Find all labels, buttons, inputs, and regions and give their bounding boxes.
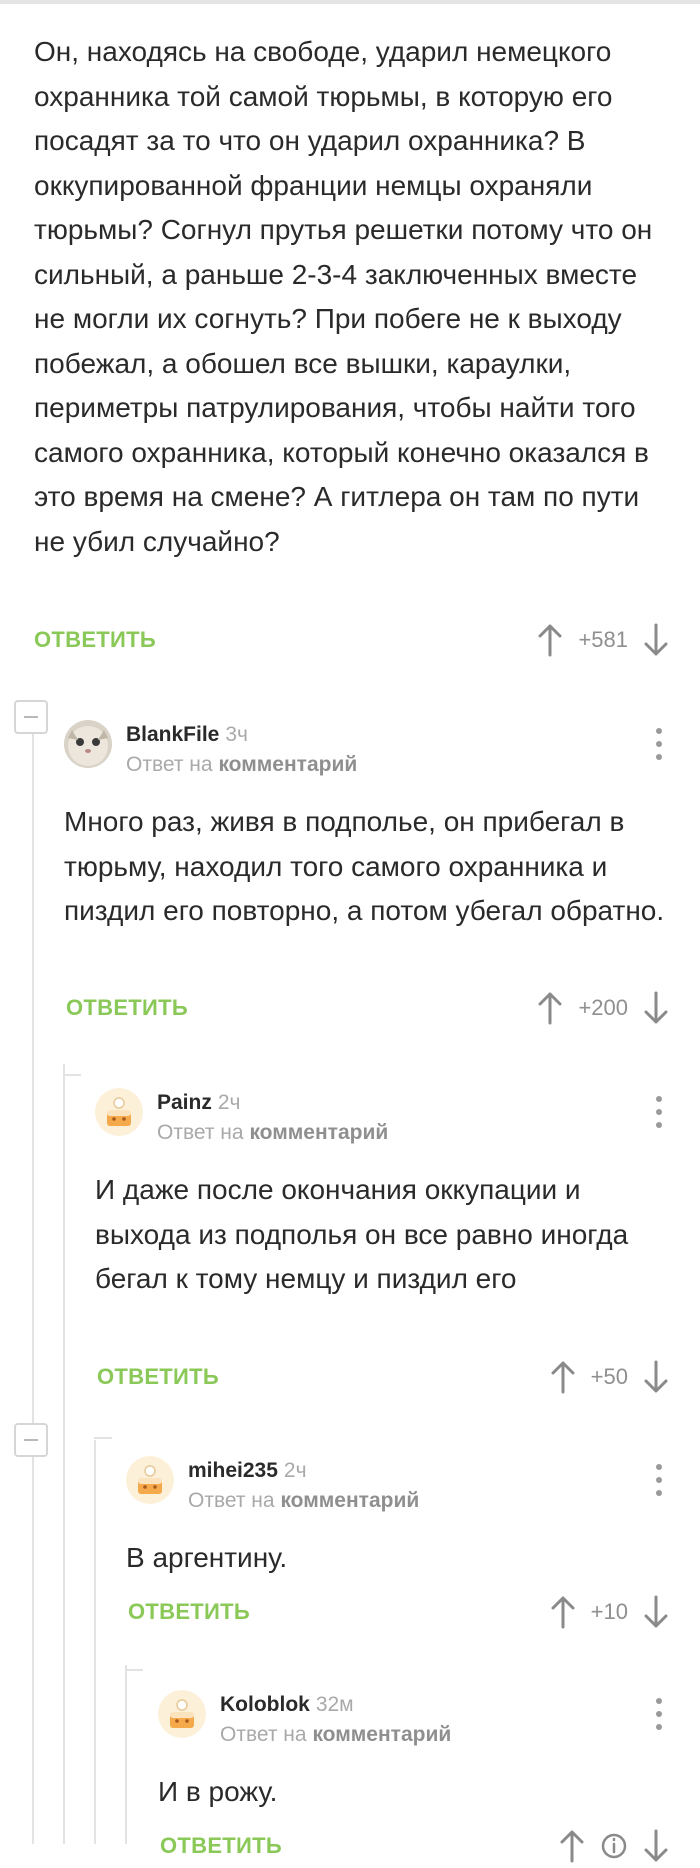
more-vertical-icon[interactable] <box>654 1698 664 1730</box>
comment-actions: ОТВЕТИТЬ +581 <box>34 618 670 662</box>
default-cake-avatar-icon <box>95 1088 143 1136</box>
comment-actions: ОТВЕТИТЬ +200 <box>66 986 670 1030</box>
reply-to-prefix: Ответ на <box>220 1723 307 1746</box>
thread-line-level-2 <box>63 1064 65 1844</box>
username[interactable]: BlankFile <box>126 723 219 746</box>
comment-text: В аргентину. <box>126 1542 288 1573</box>
comment-header: Koloblok 32м Ответ на комментарий <box>158 1690 451 1750</box>
top-comment: Он, находясь на свободе, ударил немецког… <box>34 30 674 564</box>
reply-button[interactable]: ОТВЕТИТЬ <box>66 995 188 1021</box>
default-cake-avatar-icon <box>126 1456 174 1504</box>
avatar[interactable] <box>158 1690 206 1738</box>
arrow-up-icon[interactable] <box>549 1360 577 1394</box>
collapse-thread-icon[interactable] <box>14 700 48 734</box>
arrow-up-icon[interactable] <box>549 1595 577 1629</box>
info-icon[interactable] <box>600 1829 628 1863</box>
more-vertical-icon[interactable] <box>654 1096 664 1128</box>
arrow-up-icon[interactable] <box>536 623 564 657</box>
username[interactable]: mihei235 <box>188 1459 278 1482</box>
arrow-down-icon[interactable] <box>642 623 670 657</box>
arrow-down-icon[interactable] <box>642 991 670 1025</box>
comment-text: И даже после окончания оккупации и выход… <box>95 1174 629 1294</box>
rating-score: +10 <box>590 1599 628 1624</box>
thread-line-level-4 <box>125 1665 127 1844</box>
rating-score: +581 <box>578 627 628 652</box>
arrow-up-icon[interactable] <box>558 1829 586 1863</box>
reply-to-link[interactable]: комментарий <box>249 1121 388 1144</box>
reply-to-link[interactable]: комментарий <box>218 753 357 776</box>
more-vertical-icon[interactable] <box>654 1464 664 1496</box>
reply-button[interactable]: ОТВЕТИТЬ <box>160 1833 282 1859</box>
more-vertical-icon[interactable] <box>654 728 664 760</box>
reply-to-prefix: Ответ на <box>188 1489 275 1512</box>
cat-avatar-icon <box>64 720 112 768</box>
comment-body: И даже после окончания оккупации и выход… <box>95 1168 655 1302</box>
comment-time: 3ч <box>225 723 248 746</box>
thread-branch <box>63 1074 81 1076</box>
thread-line-level-3 <box>94 1440 96 1844</box>
comment-text: Много раз, живя в подполье, он прибегал … <box>64 806 665 926</box>
arrow-down-icon[interactable] <box>642 1829 670 1863</box>
arrow-down-icon[interactable] <box>642 1595 670 1629</box>
reply-button[interactable]: ОТВЕТИТЬ <box>97 1364 219 1390</box>
thread-line-level-1 <box>32 720 34 1844</box>
comment-body: В аргентину. <box>126 1536 666 1581</box>
comment-time: 32м <box>315 1693 354 1716</box>
username[interactable]: Koloblok <box>220 1693 310 1716</box>
reply-to-link[interactable]: комментарий <box>312 1723 451 1746</box>
avatar[interactable] <box>64 720 112 768</box>
avatar[interactable] <box>126 1456 174 1504</box>
comment-body: Много раз, живя в подполье, он прибегал … <box>64 800 674 934</box>
comment-actions: ОТВЕТИТЬ <box>160 1824 670 1868</box>
username[interactable]: Painz <box>157 1091 212 1114</box>
avatar[interactable] <box>95 1088 143 1136</box>
arrow-down-icon[interactable] <box>642 1360 670 1394</box>
default-cake-avatar-icon <box>158 1690 206 1738</box>
comment-header: mihei235 2ч Ответ на комментарий <box>126 1456 419 1516</box>
thread-branch <box>94 1437 112 1439</box>
comment-actions: ОТВЕТИТЬ +10 <box>128 1590 670 1634</box>
reply-button[interactable]: ОТВЕТИТЬ <box>128 1599 250 1625</box>
comment-body: И в рожу. <box>158 1770 658 1815</box>
comment-time: 2ч <box>217 1091 241 1114</box>
comment-header: Painz 2ч Ответ на комментарий <box>95 1088 388 1148</box>
rating-score: +50 <box>590 1364 628 1389</box>
reply-button[interactable]: ОТВЕТИТЬ <box>34 627 156 653</box>
comment-header: BlankFile 3ч Ответ на комментарий <box>64 720 357 780</box>
comment-actions: ОТВЕТИТЬ +50 <box>97 1355 670 1399</box>
reply-to-prefix: Ответ на <box>157 1121 244 1144</box>
reply-to-link[interactable]: комментарий <box>280 1489 419 1512</box>
rating-score: +200 <box>578 995 628 1020</box>
comment-text: Он, находясь на свободе, ударил немецког… <box>34 36 653 557</box>
reply-to-prefix: Ответ на <box>126 753 213 776</box>
thread-branch <box>125 1669 143 1671</box>
arrow-up-icon[interactable] <box>536 991 564 1025</box>
comment-text: И в рожу. <box>158 1776 278 1807</box>
comment-time: 2ч <box>283 1459 307 1482</box>
top-divider <box>0 0 700 4</box>
collapse-thread-icon[interactable] <box>14 1423 48 1457</box>
